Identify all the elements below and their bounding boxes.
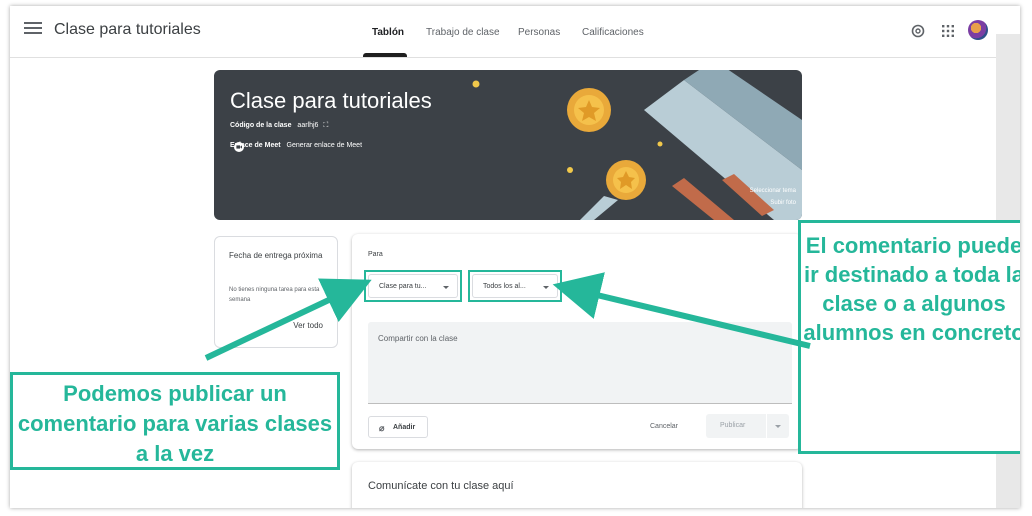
post-composer: Para Clase para tu... Todos los al... Co… xyxy=(352,234,802,449)
paperclip-icon: ⌀ xyxy=(379,423,385,433)
highlight-students-select xyxy=(468,270,562,302)
tab-calificaciones[interactable]: Calificaciones xyxy=(582,27,644,38)
fullscreen-icon[interactable]: ⛶ xyxy=(323,122,328,129)
share-input[interactable]: Compartir con la clase xyxy=(368,322,792,404)
publish-label: Publicar xyxy=(720,422,746,429)
tab-personas[interactable]: Personas xyxy=(518,27,560,38)
menu-icon[interactable] xyxy=(24,22,42,36)
publish-options-button[interactable] xyxy=(767,414,789,438)
select-theme-link[interactable]: Seleccionar tema xyxy=(750,188,796,194)
publish-button[interactable]: Publicar xyxy=(706,414,766,438)
communicate-text: Comunícate con tu clase aquí xyxy=(368,480,514,492)
to-label: Para xyxy=(368,251,383,258)
communicate-card[interactable]: Comunícate con tu clase aquí xyxy=(352,462,802,508)
meet-icon[interactable] xyxy=(234,142,244,152)
add-label: Añadir xyxy=(393,424,416,431)
upcoming-title: Fecha de entrega próxima xyxy=(229,251,323,260)
tab-trabajo-de-clase[interactable]: Trabajo de clase xyxy=(426,27,500,38)
class-code-value[interactable]: aarlhj6 xyxy=(297,122,318,129)
upcoming-card: Fecha de entrega próxima No tienes ningu… xyxy=(214,236,338,348)
cancel-button[interactable]: Cancelar xyxy=(650,423,678,430)
view-all-link[interactable]: Ver todo xyxy=(293,321,323,330)
classroom-window: Clase para tutoriales Tablón Trabajo de … xyxy=(10,6,1020,508)
annotation-callout-right: El comentario puede ir destinado a toda … xyxy=(798,220,1020,454)
share-placeholder: Compartir con la clase xyxy=(378,334,458,343)
top-bar: Clase para tutoriales Tablón Trabajo de … xyxy=(10,6,1020,58)
class-banner: Clase para tutoriales Código de la clase… xyxy=(214,70,802,220)
annotation-callout-left: Podemos publicar un comentario para vari… xyxy=(10,372,340,470)
meet-row: Enlace de Meet Generar enlace de Meet xyxy=(230,142,363,152)
class-code-label: Código de la clase xyxy=(230,122,292,129)
class-code-row: Código de la clase aarlhj6 ⛶ xyxy=(230,122,328,130)
avatar[interactable] xyxy=(968,20,988,40)
upload-photo-link[interactable]: Subir foto xyxy=(770,200,796,206)
upcoming-empty-text: No tienes ninguna tarea para esta semana xyxy=(229,287,320,303)
add-attachment-button[interactable]: ⌀ Añadir xyxy=(368,416,428,438)
banner-title: Clase para tutoriales xyxy=(230,88,432,113)
meet-link[interactable]: Generar enlace de Meet xyxy=(287,142,363,149)
tab-tablon[interactable]: Tablón xyxy=(372,27,404,38)
highlight-class-select xyxy=(364,270,462,302)
chevron-down-icon xyxy=(775,425,781,428)
app-title[interactable]: Clase para tutoriales xyxy=(54,21,201,39)
settings-icon[interactable] xyxy=(910,23,926,39)
apps-icon[interactable] xyxy=(942,25,954,37)
active-tab-indicator xyxy=(363,53,407,57)
